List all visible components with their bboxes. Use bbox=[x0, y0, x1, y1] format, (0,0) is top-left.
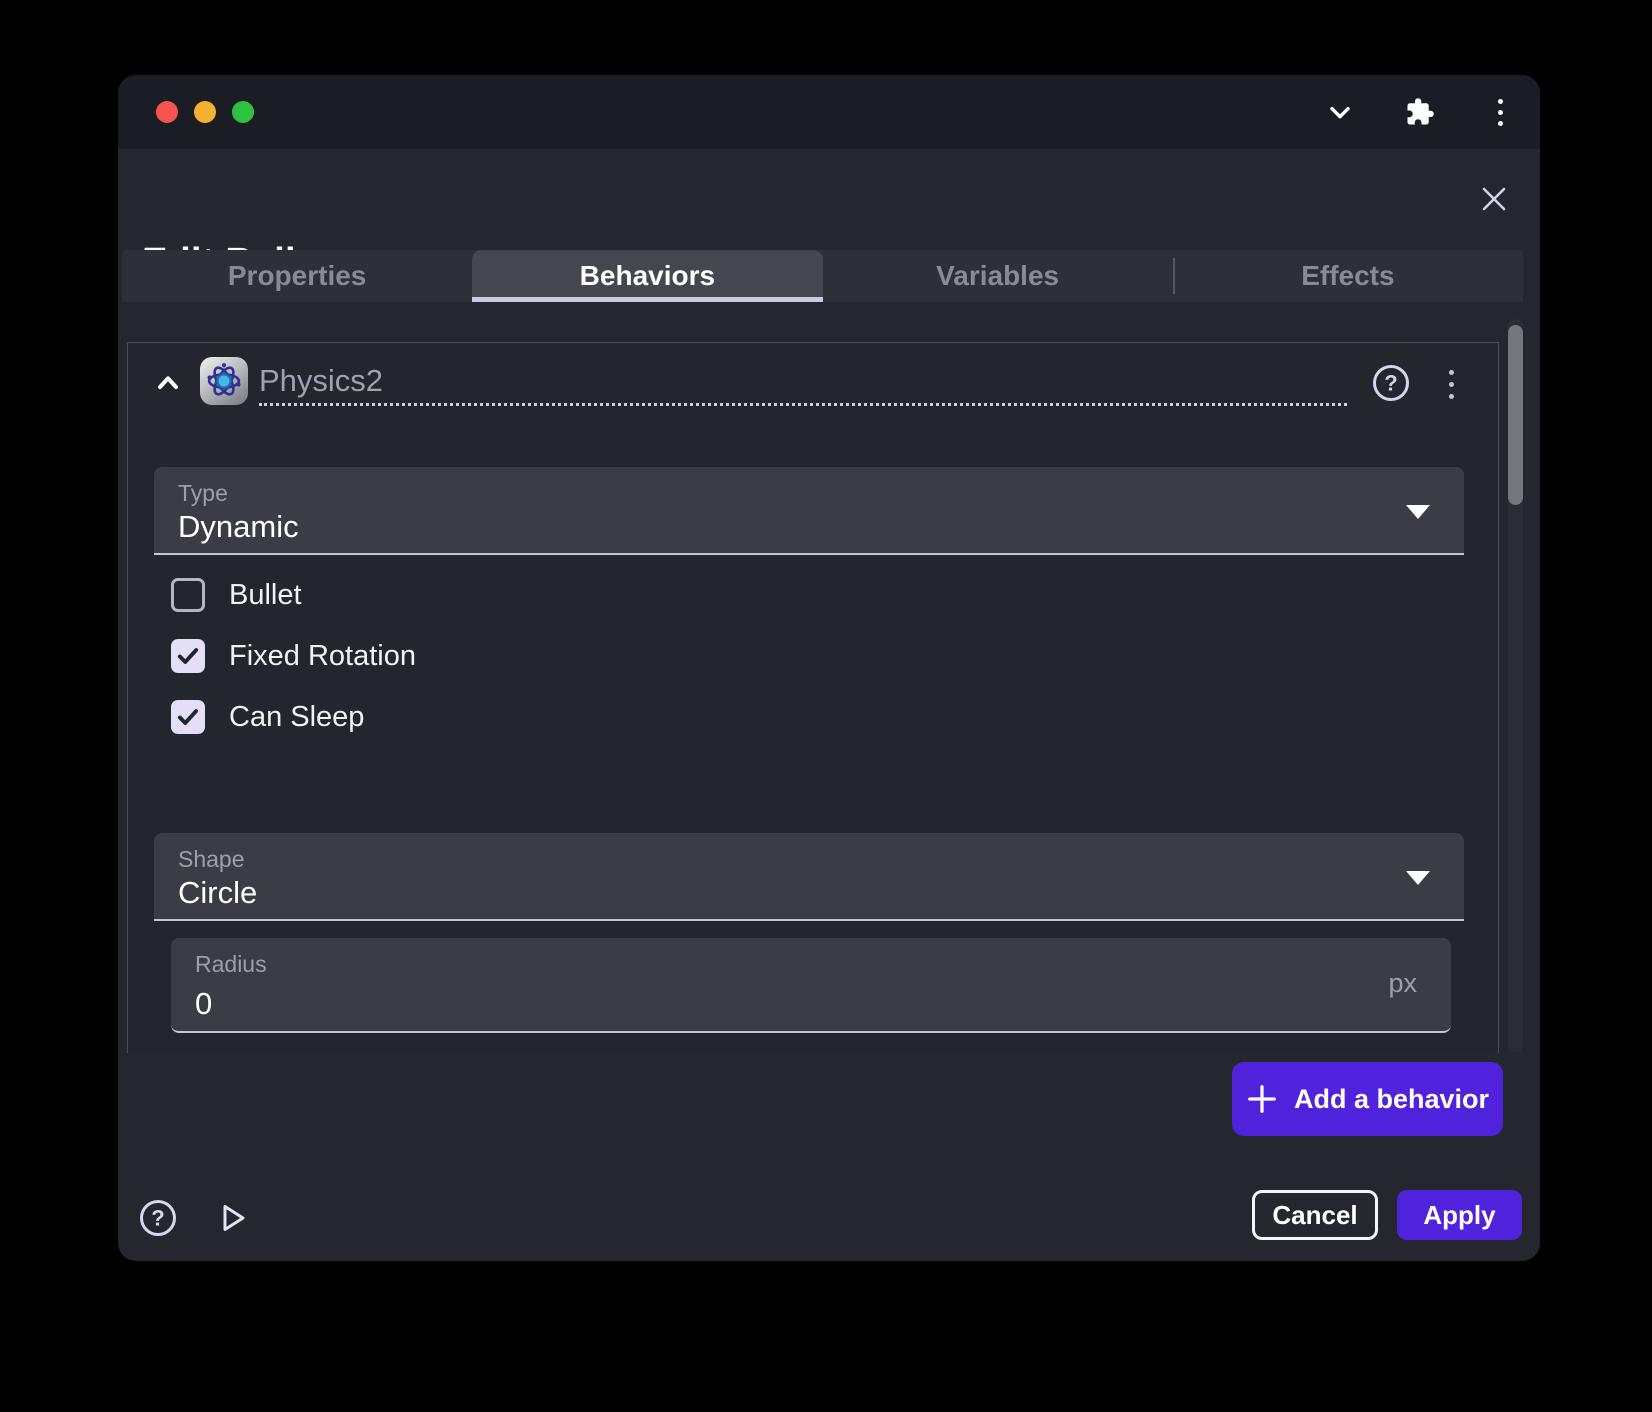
checkbox-icon bbox=[171, 700, 205, 734]
titlebar-actions bbox=[1322, 75, 1518, 149]
add-behavior-label: Add a behavior bbox=[1294, 1084, 1489, 1115]
tab-behaviors[interactable]: Behaviors bbox=[472, 250, 822, 302]
dropdown-arrow-icon bbox=[1406, 505, 1430, 519]
help-circle-icon[interactable]: ? bbox=[138, 1198, 178, 1238]
type-select[interactable]: Type Dynamic bbox=[154, 467, 1464, 555]
field-value: Dynamic bbox=[178, 509, 299, 545]
apply-button[interactable]: Apply bbox=[1397, 1190, 1522, 1240]
field-label: Radius bbox=[195, 951, 267, 978]
tab-variables[interactable]: Variables bbox=[823, 250, 1173, 302]
behavior-name-field[interactable]: Physics2 bbox=[259, 359, 1347, 406]
plus-icon bbox=[1246, 1083, 1278, 1115]
field-label: Shape bbox=[178, 846, 245, 873]
apply-label: Apply bbox=[1423, 1200, 1495, 1231]
cancel-label: Cancel bbox=[1272, 1200, 1357, 1231]
add-behavior-button[interactable]: Add a behavior bbox=[1232, 1062, 1503, 1136]
checkbox-label: Can Sleep bbox=[229, 701, 364, 734]
checkbox-icon bbox=[171, 578, 205, 612]
screen: Edit Ball Properties Behaviors Variables… bbox=[0, 0, 1652, 1412]
kebab-menu-icon[interactable] bbox=[1482, 94, 1518, 130]
tab-properties[interactable]: Properties bbox=[122, 250, 472, 302]
behaviors-scroll-area: Physics2 ? Type Dynamic bbox=[118, 318, 1540, 1053]
svg-text:?: ? bbox=[151, 1206, 164, 1231]
titlebar bbox=[118, 75, 1540, 149]
tab-label: Effects bbox=[1301, 260, 1394, 292]
checkbox-label: Fixed Rotation bbox=[229, 640, 416, 673]
field-value: 0 bbox=[195, 986, 212, 1022]
bullet-checkbox[interactable]: Bullet bbox=[171, 575, 302, 615]
behavior-card-physics2: Physics2 ? Type Dynamic bbox=[127, 342, 1499, 1053]
tab-label: Properties bbox=[228, 260, 367, 292]
checkbox-icon bbox=[171, 639, 205, 673]
atom-physics-icon bbox=[200, 357, 248, 405]
close-traffic-light[interactable] bbox=[156, 101, 178, 123]
zoom-traffic-light[interactable] bbox=[232, 101, 254, 123]
chevron-down-icon[interactable] bbox=[1322, 94, 1358, 130]
can-sleep-checkbox[interactable]: Can Sleep bbox=[171, 697, 364, 737]
field-label: Type bbox=[178, 480, 228, 507]
traffic-lights bbox=[156, 101, 254, 123]
behavior-kebab-menu-icon[interactable] bbox=[1443, 367, 1459, 401]
minimize-traffic-light[interactable] bbox=[194, 101, 216, 123]
extension-puzzle-icon[interactable] bbox=[1402, 94, 1438, 130]
scrollbar-thumb[interactable] bbox=[1508, 325, 1523, 505]
fixed-rotation-checkbox[interactable]: Fixed Rotation bbox=[171, 636, 416, 676]
tab-label: Variables bbox=[936, 260, 1059, 292]
behavior-header: Physics2 ? bbox=[128, 353, 1498, 417]
dropdown-arrow-icon bbox=[1406, 871, 1430, 885]
tab-effects[interactable]: Effects bbox=[1173, 250, 1523, 302]
tab-bar: Properties Behaviors Variables Effects bbox=[122, 250, 1523, 302]
radius-input[interactable]: Radius 0 px bbox=[171, 938, 1451, 1033]
edit-object-dialog: Edit Ball Properties Behaviors Variables… bbox=[118, 75, 1540, 1261]
checkbox-label: Bullet bbox=[229, 579, 302, 612]
cancel-button[interactable]: Cancel bbox=[1252, 1190, 1378, 1240]
help-circle-icon[interactable]: ? bbox=[1371, 363, 1411, 403]
tab-label: Behaviors bbox=[580, 260, 715, 292]
svg-text:?: ? bbox=[1384, 371, 1397, 396]
shape-select[interactable]: Shape Circle bbox=[154, 833, 1464, 921]
field-value: Circle bbox=[178, 875, 257, 911]
play-outline-icon[interactable] bbox=[212, 1198, 252, 1238]
collapse-chevron-up-icon[interactable] bbox=[152, 367, 184, 399]
close-icon[interactable] bbox=[1476, 181, 1512, 217]
unit-suffix: px bbox=[1388, 968, 1417, 999]
